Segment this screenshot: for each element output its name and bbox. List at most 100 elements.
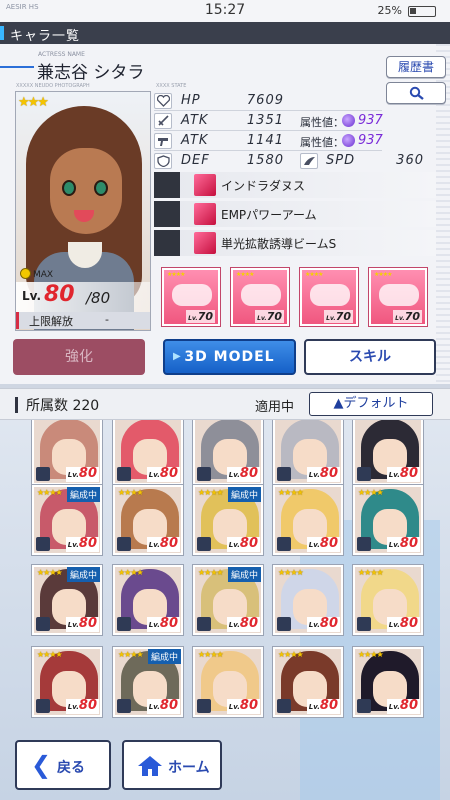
divider: [154, 150, 382, 151]
home-button[interactable]: ホーム: [122, 740, 222, 790]
card-rarity-stars: ★★★★: [37, 488, 63, 497]
max-badge: MAX: [20, 268, 53, 280]
character-card[interactable]: ★★★★ 編成中 Lv.80: [32, 485, 102, 555]
character-card[interactable]: Lv.80: [273, 420, 343, 485]
weapon-type-icon: [357, 699, 371, 713]
character-card[interactable]: ★★★★ Lv.80: [353, 485, 423, 555]
character-card[interactable]: ★★★★ 編成中 Lv.80: [193, 565, 263, 635]
weapon-type-icon: [197, 699, 211, 713]
weapon-type-icon: [277, 537, 291, 551]
character-card[interactable]: Lv.80: [353, 420, 423, 485]
equipment-slot[interactable]: ★★★★ Lv.70: [300, 268, 358, 326]
weapon-type-icon: [197, 617, 211, 631]
character-card[interactable]: ★★★★ 編成中 Lv.80: [113, 647, 183, 717]
equip-level: Lv.70: [255, 310, 284, 323]
stat-label: ATK: [181, 133, 209, 148]
skill-name: インドラダヌス: [221, 179, 306, 193]
card-level: Lv.80: [306, 466, 340, 482]
equip-stars: ★★★★: [305, 271, 323, 278]
level-prefix: Lv.: [22, 289, 42, 303]
battery-icon: [408, 6, 436, 17]
3d-model-button[interactable]: 3D MODEL: [163, 339, 296, 375]
skill-row[interactable]: 単光拡散誘導ビームS: [154, 230, 436, 256]
card-rarity-stars: ★★★★: [278, 488, 304, 497]
attribute-orb-icon: [342, 114, 355, 127]
character-card[interactable]: Lv.80: [193, 420, 263, 485]
skill-type-icon: [154, 230, 180, 256]
card-rarity-stars: ★★★★: [358, 568, 384, 577]
stat-label: ATK: [181, 113, 209, 128]
weapon-type-icon: [36, 537, 50, 551]
skill-button[interactable]: スキル: [304, 339, 436, 375]
equip-level: Lv.70: [186, 310, 215, 323]
character-card[interactable]: ★★★★ Lv.80: [273, 565, 343, 635]
list-header: 所属数 220 適用中 ▲デフォルト: [0, 388, 450, 420]
character-card[interactable]: ★★★★ 編成中 Lv.80: [32, 565, 102, 635]
history-button[interactable]: 履歴書: [386, 56, 446, 78]
state-caption: XXXX STATE: [156, 83, 187, 89]
weapon-icon: [172, 284, 212, 306]
screen-title: キャラ一覧: [10, 29, 81, 44]
card-level: Lv.80: [386, 616, 420, 632]
card-rarity-stars: ★★★★: [37, 568, 63, 577]
character-card[interactable]: ★★★★ Lv.80: [32, 647, 102, 717]
equipment-slot[interactable]: ★★★★ Lv.70: [369, 268, 427, 326]
character-card[interactable]: ★★★★ Lv.80: [353, 647, 423, 717]
card-level: Lv.80: [226, 616, 260, 632]
skill-name: EMPパワーアーム: [221, 208, 317, 222]
skill-type-icon: [154, 172, 180, 198]
character-card[interactable]: Lv.80: [32, 420, 102, 485]
equipment-slot[interactable]: ★★★★ Lv.70: [231, 268, 289, 326]
card-level: Lv.80: [146, 536, 180, 552]
stat-hp: HP 7609: [154, 92, 384, 110]
stat-label: DEF: [181, 153, 210, 168]
character-card[interactable]: ★★★★ Lv.80: [113, 485, 183, 555]
name-caption: ACTRESS NAME: [38, 51, 85, 58]
card-level: Lv.80: [65, 536, 99, 552]
equip-stars: ★★★★: [167, 271, 185, 278]
limit-break-label: 上限解放: [29, 315, 73, 328]
status-bar: AESIR HS 15:27 25%: [0, 0, 450, 22]
stat-atk-ranged: ATK 1141 属性値： 937: [154, 132, 436, 150]
character-card[interactable]: ★★★★ Lv.80: [353, 565, 423, 635]
character-card[interactable]: ★★★★ 編成中 Lv.80: [193, 485, 263, 555]
speed-icon: [300, 153, 318, 169]
owned-count-value: 220: [72, 398, 100, 414]
card-rarity-stars: ★★★★: [278, 568, 304, 577]
back-button[interactable]: ❮ 戻る: [15, 740, 111, 790]
stat-value: 1351: [246, 113, 284, 128]
character-card[interactable]: Lv.80: [113, 420, 183, 485]
skill-row[interactable]: EMPパワーアーム: [154, 201, 436, 227]
skill-row[interactable]: インドラダヌス: [154, 172, 436, 198]
card-level: Lv.80: [65, 466, 99, 482]
character-card[interactable]: ★★★★ Lv.80: [113, 565, 183, 635]
weapon-type-icon: [277, 699, 291, 713]
card-rarity-stars: ★★★★: [118, 488, 144, 497]
card-level: Lv.80: [65, 698, 99, 714]
limit-break-bar: 上限解放 -: [16, 312, 150, 329]
equipment-slot[interactable]: ★★★★ Lv.70: [162, 268, 220, 326]
card-rarity-stars: ★★★★: [358, 488, 384, 497]
card-level: Lv.80: [146, 466, 180, 482]
sort-button[interactable]: ▲デフォルト: [309, 392, 433, 416]
card-level: Lv.80: [306, 616, 340, 632]
card-level: Lv.80: [386, 536, 420, 552]
character-card[interactable]: ★★★★ Lv.80: [273, 647, 343, 717]
weapon-type-icon: [36, 467, 50, 481]
character-card[interactable]: ★★★★ Lv.80: [193, 647, 263, 717]
skill-name: 単光拡散誘導ビームS: [221, 237, 337, 251]
card-rarity-stars: ★★★★: [198, 488, 224, 497]
team-badge: 編成中: [147, 649, 181, 664]
card-level: Lv.80: [306, 536, 340, 552]
card-rarity-stars: ★★★★: [358, 650, 384, 659]
enhance-button[interactable]: 強化: [13, 339, 145, 375]
weapon-type-icon: [117, 467, 131, 481]
divider: [154, 130, 382, 131]
team-badge: 編成中: [227, 567, 261, 582]
search-button[interactable]: [386, 82, 446, 104]
limit-break-value: -: [105, 313, 109, 326]
character-card[interactable]: ★★★★ Lv.80: [273, 485, 343, 555]
battery-percent: 25%: [377, 4, 402, 17]
weapon-type-icon: [197, 467, 211, 481]
attribute-label: 属性値：: [300, 116, 344, 129]
